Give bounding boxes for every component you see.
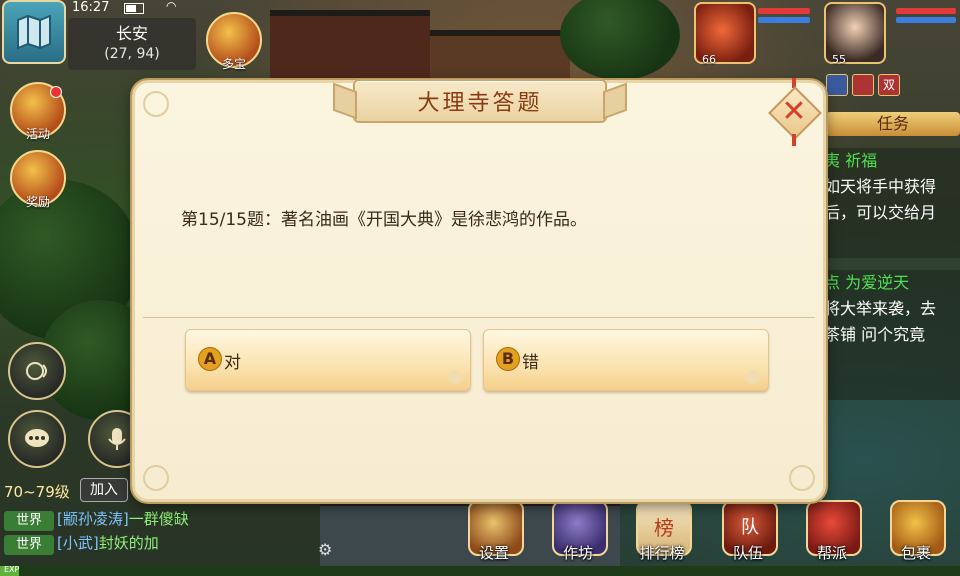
chat-channel-tag: 世界 bbox=[4, 535, 54, 555]
answer-a-letter: A bbox=[198, 347, 222, 371]
chat-sender[interactable]: [小武] bbox=[57, 534, 99, 552]
quest-item[interactable]: 点 为爱逆天 将大举来袭，去 茶铺 问个究竟 bbox=[820, 270, 960, 400]
quest-desc-line: 后，可以交给月 bbox=[824, 203, 937, 222]
pet-level: 66 bbox=[702, 53, 716, 66]
divider bbox=[143, 317, 815, 318]
answer-b-button[interactable]: B 错 bbox=[483, 329, 769, 391]
join-button[interactable]: 加入 bbox=[80, 478, 128, 502]
answer-a-text: 对 bbox=[224, 353, 241, 373]
chat-button[interactable] bbox=[8, 410, 66, 468]
quest-item[interactable]: 夷 祈福 如天将手中获得 后，可以交给月 bbox=[820, 148, 960, 258]
settings-button[interactable]: 设置 bbox=[462, 500, 526, 564]
corner-ornament bbox=[143, 91, 169, 117]
close-tassel bbox=[792, 134, 796, 146]
reward-label: 奖励 bbox=[25, 195, 50, 209]
plaque-wing bbox=[603, 82, 627, 120]
reward-button[interactable]: 奖励 bbox=[10, 150, 66, 209]
ranking-label: 排行榜 bbox=[639, 544, 685, 562]
wifi-icon: ◠ bbox=[166, 0, 177, 13]
settings-label: 设置 bbox=[478, 544, 509, 562]
location-coords: (27, 94) bbox=[104, 46, 160, 62]
mic-icon bbox=[108, 428, 126, 450]
chat-line[interactable]: 世界 [颛孙凌涛]一群傻缺 bbox=[4, 508, 189, 531]
guild-button[interactable]: 帮派 bbox=[800, 500, 864, 564]
player-level: 55 bbox=[832, 53, 846, 66]
chat-bubble-icon bbox=[25, 429, 49, 447]
corner-ornament bbox=[143, 465, 169, 491]
chat-level-range: 70~79级 bbox=[4, 483, 70, 501]
close-icon: ✕ bbox=[781, 94, 807, 129]
guild-label: 帮派 bbox=[816, 544, 847, 562]
quest-name: 夷 祈福 bbox=[824, 151, 878, 170]
quest-desc-line: 将大举来袭，去 bbox=[824, 299, 937, 318]
answer-a-button[interactable]: A 对 bbox=[185, 329, 471, 391]
team-button[interactable]: 队 队伍 bbox=[716, 500, 780, 564]
buff-icon-1[interactable] bbox=[826, 74, 848, 96]
quest-desc-line: 茶铺 问个究竟 bbox=[824, 325, 926, 344]
exp-bar bbox=[0, 566, 960, 576]
location-name: 长安 bbox=[115, 24, 148, 43]
answer-b-letter: B bbox=[496, 347, 520, 371]
button-ornament bbox=[448, 370, 462, 384]
player-portrait[interactable]: 55 bbox=[824, 2, 886, 66]
quest-name: 点 为爱逆天 bbox=[824, 273, 910, 292]
corner-ornament bbox=[789, 465, 815, 491]
dialog-title: 大理寺答题 bbox=[417, 91, 543, 116]
answer-b-text: 错 bbox=[522, 353, 539, 373]
battery-icon bbox=[124, 3, 144, 14]
quest-desc-line: 如天将手中获得 bbox=[824, 177, 937, 196]
buff-icon-2[interactable] bbox=[852, 74, 874, 96]
team-label: 队伍 bbox=[732, 544, 763, 562]
workshop-button[interactable]: 作坊 bbox=[546, 500, 610, 564]
voice-button[interactable] bbox=[8, 342, 66, 400]
quest-tab[interactable]: 任务 bbox=[826, 112, 960, 136]
chat-line[interactable]: 世界 [小武]封妖的加 bbox=[4, 532, 159, 555]
voice-icon bbox=[26, 362, 47, 380]
exp-label: EXP bbox=[4, 565, 20, 574]
quiz-dialog: 大理寺答题 第15/15题：著名油画《开国大典》是徐悲鸿的作品。 A 对 B 错 bbox=[132, 79, 826, 502]
treasure-label: 多宝 bbox=[221, 57, 246, 71]
question-text: 第15/15题：著名油画《开国大典》是徐悲鸿的作品。 bbox=[181, 210, 587, 230]
notification-dot bbox=[50, 86, 62, 98]
button-ornament bbox=[746, 370, 760, 384]
bag-label: 包裹 bbox=[900, 544, 931, 562]
chat-sender[interactable]: [颛孙凌涛] bbox=[57, 510, 129, 528]
gear-icon[interactable]: ⚙ bbox=[318, 540, 332, 559]
chat-message: 封妖的加 bbox=[98, 534, 159, 552]
pet-portrait[interactable]: 66 bbox=[694, 2, 756, 66]
chat-message: 一群傻缺 bbox=[128, 510, 189, 528]
minimap-button[interactable] bbox=[2, 0, 66, 64]
activity-label: 活动 bbox=[25, 127, 50, 141]
pet-bars bbox=[758, 8, 810, 26]
status-bar: 16:27 ◠ bbox=[72, 0, 198, 18]
close-button[interactable]: ✕ bbox=[768, 78, 822, 146]
dialog-title-plaque: 大理寺答题 bbox=[333, 79, 627, 123]
bag-button[interactable]: 包裹 bbox=[884, 500, 948, 564]
activity-button[interactable]: 活动 bbox=[10, 82, 66, 141]
clock: 16:27 bbox=[72, 0, 110, 15]
player-bars bbox=[896, 8, 956, 26]
buff-icon-3[interactable]: 双 bbox=[878, 74, 900, 96]
chat-channel-tag: 世界 bbox=[4, 511, 54, 531]
map-icon bbox=[17, 14, 51, 50]
treasure-button[interactable]: 多宝 bbox=[206, 12, 262, 71]
location-panel[interactable]: 长安 (27, 94) bbox=[68, 18, 196, 70]
game-scene[interactable]: 16:27 ◠ 长安 (27, 94) 多宝 活动 奖励 70~79级 加入 世… bbox=[0, 0, 960, 576]
ranking-button[interactable]: 榜 排行榜 bbox=[630, 500, 694, 564]
workshop-label: 作坊 bbox=[562, 544, 593, 562]
plaque-wing bbox=[333, 82, 357, 120]
